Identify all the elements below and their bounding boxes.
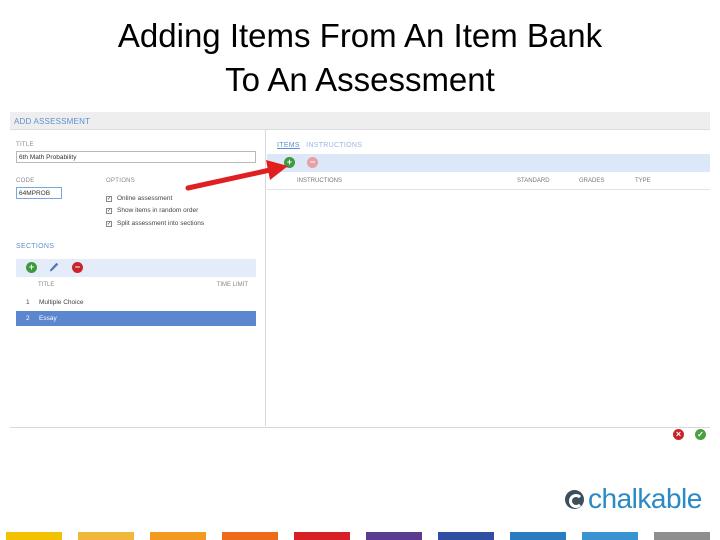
panel-header-title: ADD ASSESSMENT bbox=[14, 117, 91, 126]
color-bar-segment bbox=[654, 532, 710, 540]
color-bar-segment bbox=[366, 532, 422, 540]
code-input[interactable]: 64MPROB bbox=[16, 187, 62, 199]
tab-items[interactable]: ITEMS bbox=[277, 142, 300, 149]
color-bar-segment bbox=[150, 532, 206, 540]
items-col-type: TYPE bbox=[635, 178, 651, 184]
option-label: Show items in random order bbox=[117, 207, 199, 214]
code-label: CODE bbox=[16, 178, 35, 184]
x-circle-icon[interactable]: × bbox=[673, 429, 684, 440]
pencil-icon[interactable] bbox=[49, 262, 59, 273]
option-label: Online assessment bbox=[117, 195, 173, 202]
section-title: Multiple Choice bbox=[39, 299, 84, 306]
color-bar-segment bbox=[6, 532, 62, 540]
chalkable-logo-mark-icon bbox=[565, 489, 584, 509]
section-number: 2 bbox=[26, 315, 30, 322]
items-table-header: INSTRUCTIONS STANDARD GRADES TYPE bbox=[267, 174, 710, 190]
option-split-sections[interactable]: ✓ Split assessment into sections bbox=[106, 220, 204, 227]
color-bar-segment bbox=[438, 532, 494, 540]
add-assessment-panel: ADD ASSESSMENT TITLE 6th Math Probabilit… bbox=[10, 112, 710, 428]
dialog-actions: × ✓ bbox=[673, 428, 713, 442]
slide-title-line-2: To An Assessment bbox=[225, 61, 495, 98]
sections-col-time-limit: TIME LIMIT bbox=[216, 282, 248, 288]
checkbox-checked-icon[interactable]: ✓ bbox=[106, 207, 112, 214]
color-bar-segment bbox=[222, 532, 278, 540]
title-input[interactable]: 6th Math Probability bbox=[16, 151, 256, 163]
sections-label: SECTIONS bbox=[16, 243, 55, 250]
sections-table-header: TITLE TIME LIMIT bbox=[16, 280, 256, 292]
plus-circle-icon[interactable]: + bbox=[26, 262, 37, 273]
option-label: Split assessment into sections bbox=[117, 220, 205, 227]
logo-text: chalkable bbox=[588, 483, 702, 514]
color-bar-segment bbox=[78, 532, 134, 540]
section-number: 1 bbox=[26, 299, 30, 306]
table-row[interactable]: 1 Multiple Choice bbox=[16, 295, 256, 310]
items-tabs: ITEMS INSTRUCTIONS bbox=[277, 142, 362, 149]
checkbox-checked-icon[interactable]: ✓ bbox=[106, 220, 112, 227]
slide-title-line-1: Adding Items From An Item Bank bbox=[117, 17, 603, 54]
assessment-form: TITLE 6th Math Probability CODE 64MPROB … bbox=[10, 130, 266, 426]
tab-instructions[interactable]: INSTRUCTIONS bbox=[306, 142, 362, 149]
items-pane: ITEMS INSTRUCTIONS + − INSTRUCTIONS STAN… bbox=[267, 130, 710, 426]
items-toolbar: + − bbox=[267, 154, 710, 172]
minus-circle-icon[interactable]: − bbox=[72, 262, 83, 273]
sections-toolbar: + − bbox=[16, 259, 256, 277]
chalkable-logo: chalkable bbox=[565, 483, 702, 515]
color-bar-segment bbox=[294, 532, 350, 540]
option-random-order[interactable]: ✓ Show items in random order bbox=[106, 207, 198, 214]
section-title: Essay bbox=[39, 315, 57, 322]
panel-header: ADD ASSESSMENT bbox=[10, 112, 710, 130]
checkbox-checked-icon[interactable]: ✓ bbox=[106, 195, 112, 202]
plus-circle-icon[interactable]: + bbox=[284, 157, 295, 168]
table-row-selected[interactable]: 2 Essay bbox=[16, 311, 256, 326]
check-circle-icon[interactable]: ✓ bbox=[695, 429, 706, 440]
options-label: OPTIONS bbox=[106, 178, 136, 184]
color-bar-segment bbox=[510, 532, 566, 540]
option-online-assessment[interactable]: ✓ Online assessment bbox=[106, 195, 172, 202]
slide-title: Adding Items From An Item Bank To An Ass… bbox=[0, 14, 720, 102]
items-col-grades: GRADES bbox=[579, 178, 605, 184]
minus-circle-icon[interactable]: − bbox=[307, 157, 318, 168]
title-label: TITLE bbox=[16, 142, 34, 148]
items-col-standard: STANDARD bbox=[517, 178, 550, 184]
items-col-instructions: INSTRUCTIONS bbox=[297, 178, 342, 184]
color-bar-segment bbox=[582, 532, 638, 540]
sections-col-title: TITLE bbox=[38, 282, 55, 288]
